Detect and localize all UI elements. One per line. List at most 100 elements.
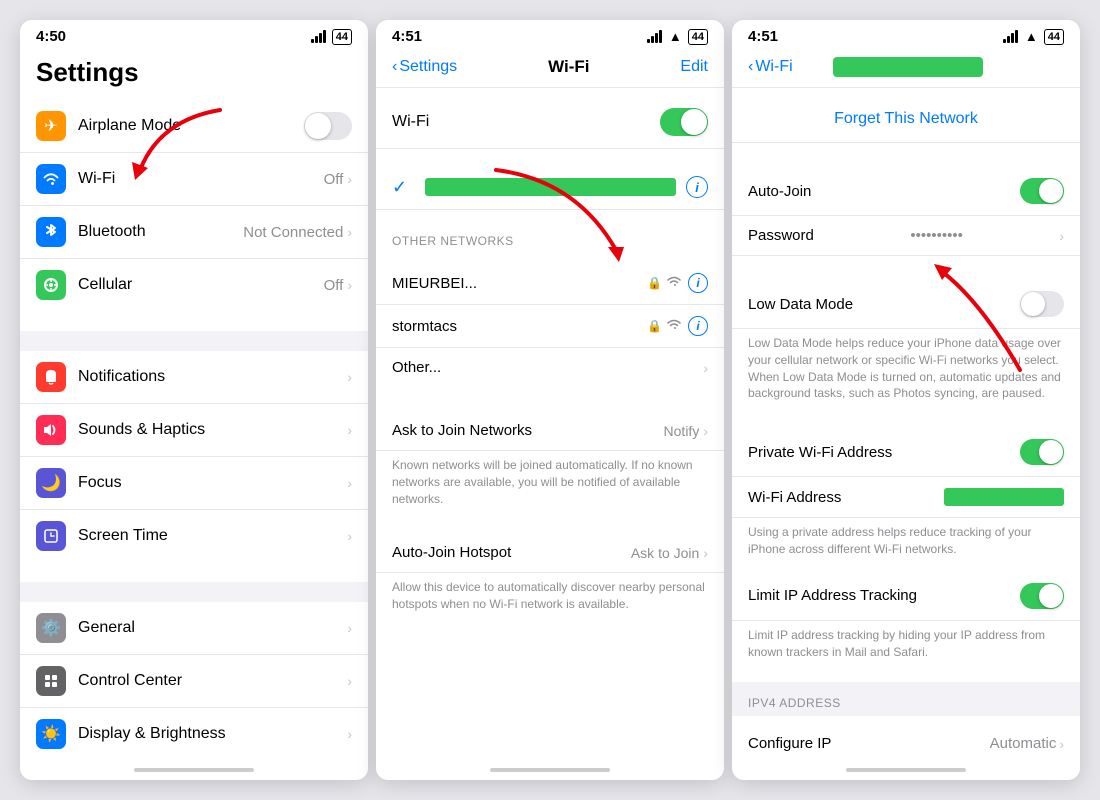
network-nav-header: ‹ Wi-Fi xyxy=(732,49,1080,88)
back-chevron-2: ‹ xyxy=(392,58,397,76)
private-addr-toggle[interactable] xyxy=(1020,439,1064,465)
ask-join-section: Ask to Join Networks Notify › Known netw… xyxy=(376,411,724,521)
signal-icon-2 xyxy=(647,30,662,43)
bluetooth-icon xyxy=(36,217,66,247)
notifications-label: Notifications xyxy=(78,368,347,386)
configure-ip-label: Configure IP xyxy=(748,735,831,752)
network-detail-panel: 4:51 ▲ 44 ‹ Wi-Fi Fo xyxy=(732,20,1080,780)
airplane-toggle[interactable] xyxy=(304,112,352,140)
low-data-label: Low Data Mode xyxy=(748,296,853,313)
network-name-bar xyxy=(425,178,676,196)
auto-join-desc: Allow this device to automatically disco… xyxy=(376,573,724,627)
focus-label: Focus xyxy=(78,474,347,492)
auto-join-chevron: › xyxy=(703,545,708,561)
control-icon xyxy=(36,666,66,696)
bluetooth-item[interactable]: Bluetooth Not Connected › xyxy=(20,206,368,259)
wifi-label: Wi-Fi xyxy=(78,170,324,188)
divider-1 xyxy=(368,20,376,780)
screentime-icon xyxy=(36,521,66,551)
wifi-item[interactable]: Wi-Fi Off › xyxy=(20,153,368,206)
auto-join-section: Auto-Join Hotspot Ask to Join › Allow th… xyxy=(376,533,724,627)
checkmark-icon: ✓ xyxy=(392,177,407,198)
cellular-icon xyxy=(36,270,66,300)
stormtacs-name: stormtacs xyxy=(392,318,647,335)
connected-network-section: ✓ i xyxy=(376,165,724,210)
wifi-content: Wi-Fi ✓ i xyxy=(376,88,724,760)
back-chevron-3: ‹ xyxy=(748,58,753,76)
notifications-item[interactable]: Notifications › xyxy=(20,351,368,404)
airplane-mode-item[interactable]: ✈ Airplane Mode xyxy=(20,100,368,153)
signal-icon-3 xyxy=(1003,30,1018,43)
password-detail[interactable]: Password •••••••••• › xyxy=(732,216,1080,256)
configure-ip-value: Automatic xyxy=(990,735,1057,752)
auto-join-row[interactable]: Auto-Join Hotspot Ask to Join › xyxy=(376,533,724,573)
status-bar-1: 4:50 44 xyxy=(20,20,368,49)
auto-join-detail-label: Auto-Join xyxy=(748,183,811,200)
network-icons: i xyxy=(686,176,708,198)
info-icon-1[interactable]: i xyxy=(688,273,708,293)
privacy-section: Private Wi-Fi Address Wi-Fi Address Usin… xyxy=(732,428,1080,674)
network-stormtacs[interactable]: stormtacs 🔒 i xyxy=(376,305,724,348)
sounds-item[interactable]: Sounds & Haptics › xyxy=(20,404,368,457)
page-title: Settings xyxy=(20,49,368,100)
info-icon-2[interactable]: i xyxy=(688,316,708,336)
wifi-icon xyxy=(36,164,66,194)
network-mieurbei[interactable]: MIEURBEI... 🔒 i xyxy=(376,262,724,305)
wifi-addr-label: Wi-Fi Address xyxy=(748,489,841,506)
wifi-toggle-section: Wi-Fi xyxy=(376,96,724,149)
display-label: Display & Brightness xyxy=(78,725,347,743)
back-button-2[interactable]: ‹ Settings xyxy=(392,58,457,76)
home-indicator-1 xyxy=(20,760,368,780)
private-addr-row[interactable]: Private Wi-Fi Address xyxy=(732,428,1080,477)
other-network-item[interactable]: Other... › xyxy=(376,348,724,387)
low-data-toggle[interactable] xyxy=(1020,291,1064,317)
bluetooth-label: Bluetooth xyxy=(78,223,243,241)
auto-join-detail[interactable]: Auto-Join xyxy=(732,167,1080,216)
lock-icon-2: 🔒 xyxy=(647,319,662,333)
general-item[interactable]: ⚙️ General › xyxy=(20,602,368,655)
separator-2 xyxy=(20,582,368,602)
time-1: 4:50 xyxy=(36,28,66,45)
wifi-signal-2 xyxy=(666,318,682,334)
control-chevron: › xyxy=(347,673,352,689)
forget-button[interactable]: Forget This Network xyxy=(732,96,1080,143)
wifi-nav-header: ‹ Settings Wi-Fi Edit xyxy=(376,49,724,88)
ask-join-row[interactable]: Ask to Join Networks Notify › xyxy=(376,411,724,451)
battery-icon: 44 xyxy=(332,29,352,45)
general-icon: ⚙️ xyxy=(36,613,66,643)
sounds-label: Sounds & Haptics xyxy=(78,421,347,439)
info-icon[interactable]: i xyxy=(686,176,708,198)
configure-chevron: › xyxy=(1059,736,1064,752)
notifications-icon xyxy=(36,362,66,392)
display-item[interactable]: ☀️ Display & Brightness › xyxy=(20,708,368,760)
ask-join-value: Notify xyxy=(664,423,700,439)
limit-ip-toggle[interactable] xyxy=(1020,583,1064,609)
display-chevron: › xyxy=(347,726,352,742)
private-addr-label: Private Wi-Fi Address xyxy=(748,444,892,461)
control-item[interactable]: Control Center › xyxy=(20,655,368,708)
screentime-item[interactable]: Screen Time › xyxy=(20,510,368,562)
limit-ip-row[interactable]: Limit IP Address Tracking xyxy=(732,572,1080,621)
configure-ip-row[interactable]: Configure IP Automatic › xyxy=(732,724,1080,760)
battery-icon-3: 44 xyxy=(1044,29,1064,45)
auto-join-detail-toggle[interactable] xyxy=(1020,178,1064,204)
connected-network-row[interactable]: ✓ i xyxy=(376,165,724,210)
edit-button[interactable]: Edit xyxy=(680,58,708,76)
auto-join-label: Auto-Join Hotspot xyxy=(392,544,511,561)
other-networks-section: MIEURBEI... 🔒 i stormtacs 🔒 xyxy=(376,262,724,387)
cellular-chevron: › xyxy=(347,277,352,293)
focus-item[interactable]: 🌙 Focus › xyxy=(20,457,368,510)
wifi-nav-title: Wi-Fi xyxy=(548,57,589,77)
low-data-section: Low Data Mode Low Data Mode helps reduce… xyxy=(732,280,1080,416)
bluetooth-chevron: › xyxy=(347,224,352,240)
cellular-value: Off xyxy=(324,277,344,294)
separator-1 xyxy=(20,331,368,351)
bluetooth-value: Not Connected xyxy=(243,224,343,241)
display-icon: ☀️ xyxy=(36,719,66,749)
status-icons-1: 44 xyxy=(311,29,352,45)
ask-join-chevron: › xyxy=(703,423,708,439)
low-data-row[interactable]: Low Data Mode xyxy=(732,280,1080,329)
back-button-3[interactable]: ‹ Wi-Fi xyxy=(748,58,793,76)
cellular-item[interactable]: Cellular Off › xyxy=(20,259,368,311)
wifi-toggle[interactable] xyxy=(660,108,708,136)
